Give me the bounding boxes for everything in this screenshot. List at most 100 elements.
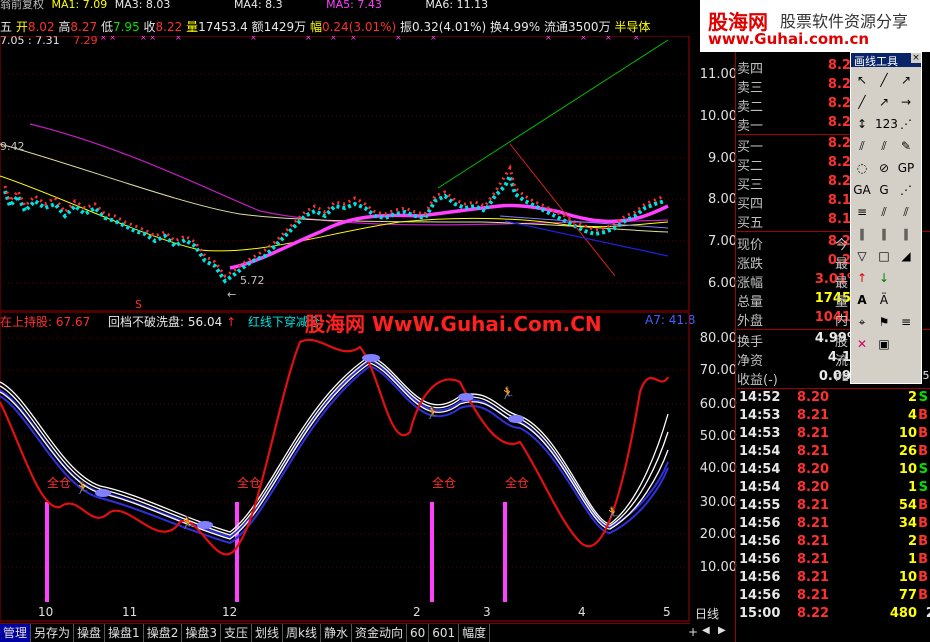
tab-support[interactable]: 支压 — [221, 624, 252, 642]
tab-left-arrow-icon[interactable]: ◀ — [702, 625, 710, 636]
tab-caopan2[interactable]: 操盘2 — [144, 624, 183, 642]
bars-icon[interactable]: ∥ — [875, 225, 893, 243]
pen-icon[interactable]: ✎ — [897, 137, 915, 155]
gp-icon[interactable]: GP — [897, 159, 915, 177]
tick-price: 8.20 — [797, 390, 830, 405]
tab-plus-button[interactable]: + — [688, 625, 698, 639]
tick-vol: 2 — [907, 534, 917, 549]
ask-label: 卖四 — [737, 62, 764, 77]
low-value: 7.95 — [112, 20, 140, 34]
fib-retrace-icon[interactable]: ≡ — [853, 203, 871, 221]
tab-caopan[interactable]: 操盘 — [74, 624, 106, 642]
ma5-label: MA5: 7.43 — [326, 0, 382, 11]
tick-price: 8.21 — [797, 426, 830, 441]
tick-row: 14:538.214B1 — [737, 408, 930, 426]
tick-time: 14:52 — [739, 390, 781, 405]
float-value: 3500万 — [568, 20, 611, 34]
tick-time: 15:00 — [739, 606, 781, 621]
pin-icon[interactable]: ⌖ — [853, 313, 871, 331]
trendline-green[interactable] — [437, 39, 669, 189]
tick-price: 8.21 — [797, 552, 830, 567]
marker-s-icon: S — [135, 298, 142, 311]
text-icon[interactable]: A — [853, 291, 871, 309]
toolbox-close-icon[interactable]: × — [911, 53, 921, 63]
tab-draw-line[interactable]: 划线 — [252, 624, 283, 642]
tab-save-as[interactable]: 另存为 — [31, 624, 75, 642]
gf-icon[interactable]: G — [875, 181, 893, 199]
bars2-icon[interactable]: ∥ — [897, 225, 915, 243]
svg-text:×: × — [580, 36, 587, 42]
bid-label: 买二 — [737, 159, 764, 174]
straight-line-icon[interactable]: ╱ — [853, 93, 871, 111]
arrow-line-icon[interactable]: ↗ — [875, 93, 893, 111]
down-arrow-icon[interactable]: ↓ — [875, 269, 893, 287]
runner-icon: 🏃 — [425, 406, 440, 420]
ellipse-icon[interactable]: ⊘ — [875, 159, 893, 177]
gann-line-icon[interactable]: ⫽ — [897, 203, 915, 221]
triangle-icon[interactable]: ▽ — [853, 247, 871, 265]
tab-range[interactable]: 幅度 — [459, 624, 491, 642]
list-icon[interactable]: ≡ — [897, 313, 915, 331]
circle-icon[interactable]: ◌ — [853, 159, 871, 177]
tick-time: 14:54 — [739, 480, 781, 495]
tab-caopan1[interactable]: 操盘1 — [105, 624, 144, 642]
tab-still-water[interactable]: 静水 — [321, 624, 352, 642]
ask-label: 卖二 — [737, 100, 764, 115]
fib-fan-icon[interactable]: ⋰ — [897, 181, 915, 199]
line-segment-icon[interactable]: ╱ — [875, 71, 893, 89]
channel-icon[interactable]: ⫽ — [875, 137, 893, 155]
tick-dir: B — [918, 498, 928, 513]
tab-caopan3[interactable]: 操盘3 — [182, 624, 221, 642]
tab-60[interactable]: 60 — [407, 624, 430, 642]
high-value: 8.27 — [70, 20, 98, 34]
float-label: 流通 — [544, 20, 569, 34]
screen-icon[interactable]: ▣ — [875, 335, 893, 353]
ga-icon[interactable]: GA — [853, 181, 871, 199]
tab-right-arrow-icon[interactable]: ▶ — [718, 625, 726, 636]
tick-price: 8.21 — [797, 570, 830, 585]
signal-bars — [45, 502, 507, 602]
fan-line-icon[interactable]: ⋰ — [897, 115, 915, 133]
delete-icon[interactable]: ✕ — [853, 335, 871, 353]
tick-price: 8.21 — [797, 498, 830, 513]
tick-dir: B — [918, 534, 928, 549]
tick-dir: B — [918, 570, 928, 585]
speed-line-icon[interactable]: ⫽ — [875, 203, 893, 221]
y-tick: 40.00 — [699, 461, 737, 476]
runner-icon: 🏃 — [180, 516, 195, 530]
up-arrow-icon[interactable]: ↑ — [853, 269, 871, 287]
runner-icon: 🏃 — [605, 506, 620, 520]
amount-label: 额 — [251, 20, 264, 34]
vertical-line-icon[interactable]: ↕ — [853, 115, 871, 133]
tick-time: 14:56 — [739, 516, 781, 531]
parallel-line-icon[interactable]: ⫽ — [853, 137, 871, 155]
tick-row: 14:548.2010S2 — [737, 462, 930, 480]
price-chart: × × × × × × × × × × × × × × × 9.42 5.72 ← S — [0, 36, 690, 312]
tab-fund-flow[interactable]: 资金动向 — [352, 624, 407, 642]
ray-line-icon[interactable]: ↗ — [897, 71, 915, 89]
stat-label: 净资 — [737, 354, 764, 369]
horizontal-line-icon[interactable]: → — [897, 93, 915, 111]
period-bars-icon[interactable]: ∥ — [853, 225, 871, 243]
svg-text:× ×: × × — [100, 36, 116, 42]
tick-num: 29 — [926, 606, 930, 621]
tick-time: 14:56 — [739, 552, 781, 567]
y-tick: 50.00 — [699, 429, 737, 444]
amount-value: 1429万 — [263, 20, 307, 34]
tick-vol: 1 — [907, 480, 917, 495]
tab-601[interactable]: 601 — [429, 624, 460, 642]
open-value: 8.02 — [27, 20, 55, 34]
signal-label-4: 全仓 — [505, 475, 529, 490]
text-style-icon[interactable]: Ä — [875, 291, 893, 309]
trendline-red[interactable] — [509, 143, 616, 277]
flag-icon[interactable]: ⚑ — [875, 313, 893, 331]
tab-weekly[interactable]: 周k线 — [283, 624, 321, 642]
rectangle-icon[interactable]: □ — [875, 247, 893, 265]
pencil-triangle-icon[interactable]: ◢ — [897, 247, 915, 265]
period-line-icon[interactable]: 123 — [875, 115, 898, 133]
tab-manage[interactable]: 管理 — [0, 624, 32, 642]
toolbox-title: 画线工具 × — [851, 53, 921, 68]
period-label[interactable]: 日线 — [695, 605, 719, 622]
arrow-select-icon[interactable]: ↖ — [853, 71, 871, 89]
y-tick: 10.00 — [699, 560, 737, 575]
